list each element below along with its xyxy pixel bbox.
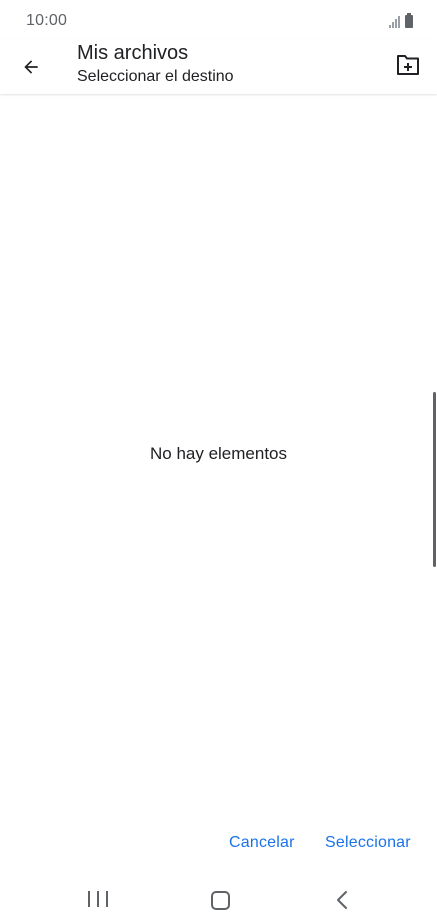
empty-state-message: No hay elementos — [149, 444, 288, 463]
scroll-indicator[interactable] — [433, 392, 436, 567]
system-navigation-bar — [0, 876, 437, 924]
select-button[interactable]: Seleccionar — [325, 834, 411, 852]
create-new-folder-icon — [397, 55, 419, 75]
page-subtitle: Seleccionar el destino — [77, 68, 234, 85]
page-title: Mis archivos — [77, 42, 189, 64]
action-bar: Cancelar Seleccionar — [0, 826, 437, 862]
battery-icon — [405, 13, 413, 28]
back-chevron-icon[interactable] — [333, 888, 353, 912]
new-folder-button[interactable] — [391, 50, 425, 80]
status-bar: 10:00 — [0, 0, 437, 40]
cancel-button[interactable]: Cancelar — [229, 834, 295, 852]
arrow-left-icon — [24, 60, 38, 74]
home-icon[interactable] — [211, 891, 230, 910]
screen: 10:00 Mis archivos Seleccionar el destin… — [0, 0, 437, 924]
back-button[interactable] — [14, 50, 48, 84]
status-icons — [389, 12, 413, 28]
app-bar: Mis archivos Seleccionar el destino — [0, 40, 437, 94]
signal-icon — [389, 16, 400, 28]
status-time: 10:00 — [26, 12, 68, 29]
recent-apps-icon[interactable] — [88, 891, 108, 909]
